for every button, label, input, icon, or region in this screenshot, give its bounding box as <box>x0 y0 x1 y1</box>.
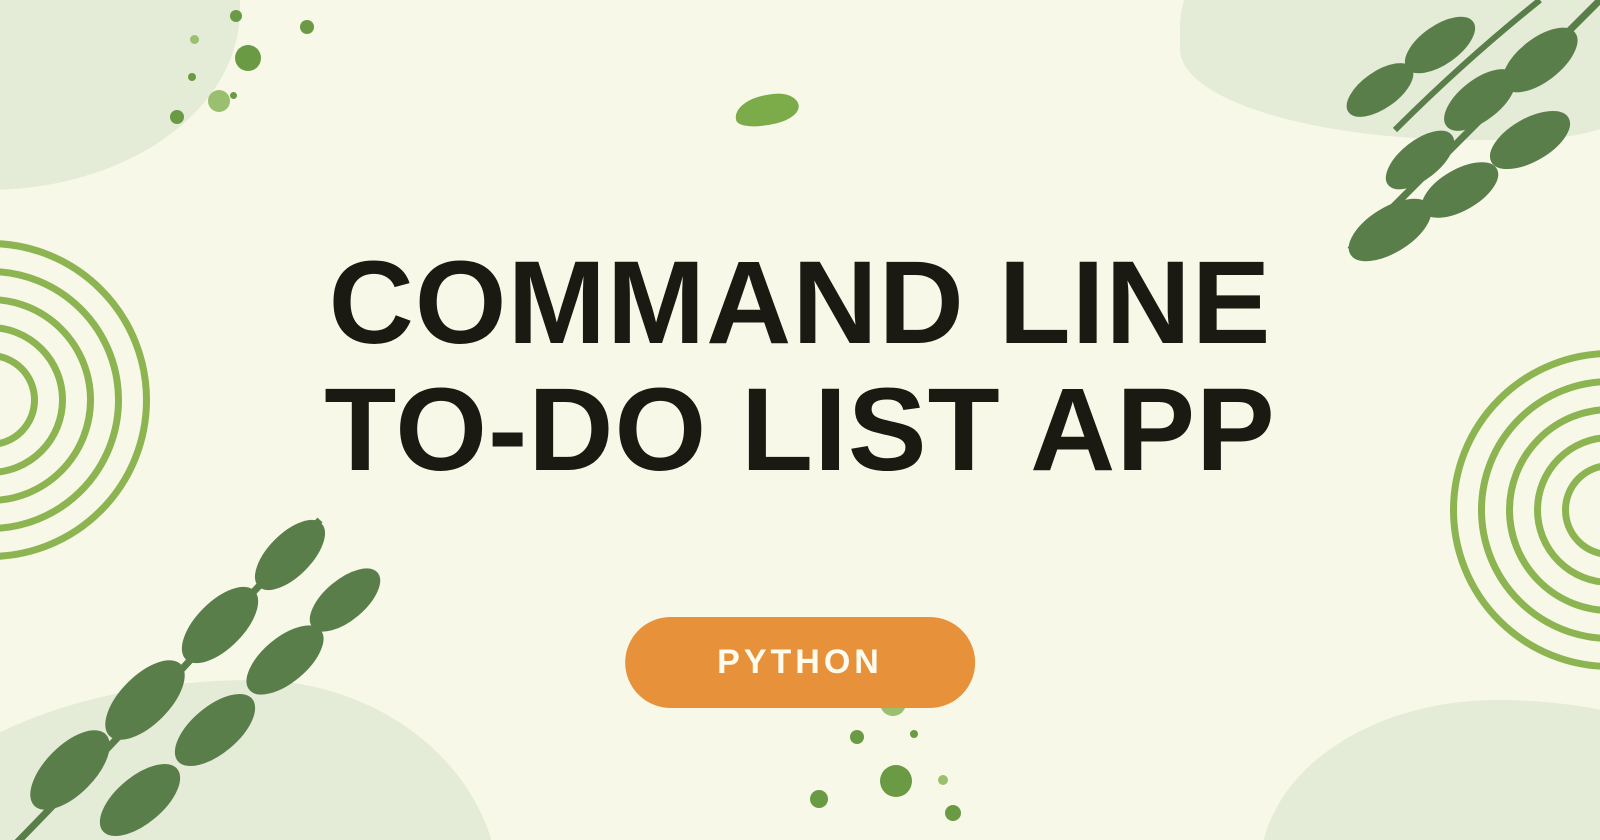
language-badge: PYTHON <box>625 617 975 708</box>
title-line-2: TO-DO LIST APP <box>324 367 1276 494</box>
arc-decoration-right <box>1450 350 1600 670</box>
title-line-1: COMMAND LINE <box>324 240 1276 367</box>
branch-illustration-bottom-left <box>0 450 480 840</box>
leaf-blob-icon <box>733 91 801 130</box>
decorative-canvas: COMMAND LINE TO-DO LIST APP PYTHON <box>0 0 1600 840</box>
blob-shape-bottom-right <box>1260 700 1600 840</box>
dots-cluster-top-left <box>170 10 370 190</box>
page-title: COMMAND LINE TO-DO LIST APP <box>324 240 1276 495</box>
